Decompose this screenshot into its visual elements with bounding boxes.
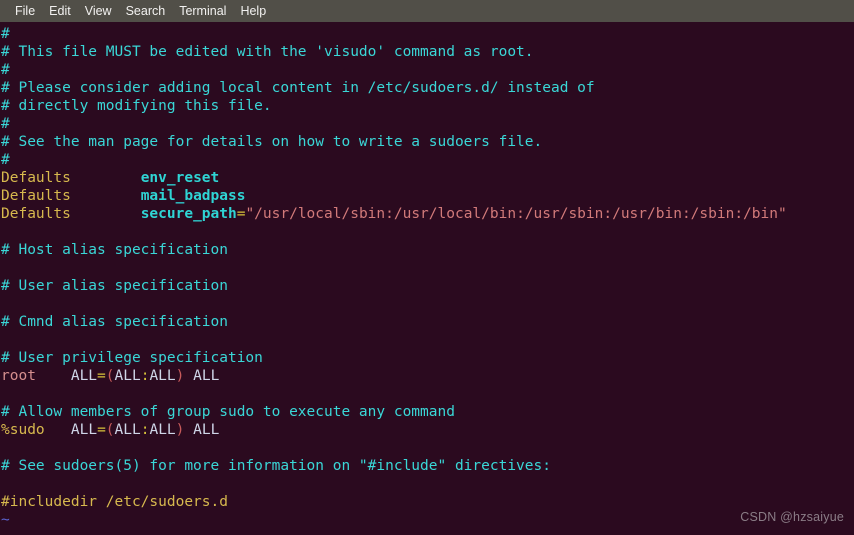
terminal-token: # directly modifying this file. — [1, 98, 272, 114]
terminal-token: ALL — [184, 422, 220, 438]
terminal-line: # This file MUST be edited with the 'vis… — [1, 43, 854, 61]
terminal-line: # — [1, 25, 854, 43]
terminal-token: # Allow members of group sudo to execute… — [1, 404, 455, 420]
terminal-line: # See the man page for details on how to… — [1, 133, 854, 151]
terminal-line: # — [1, 115, 854, 133]
terminal-line: # Allow members of group sudo to execute… — [1, 403, 854, 421]
terminal-line: # — [1, 61, 854, 79]
terminal-token: ~ — [1, 512, 10, 528]
terminal-line: Defaults mail_badpass — [1, 187, 854, 205]
terminal-token: #includedir /etc/sudoers.d — [1, 494, 228, 510]
terminal-line: # Please consider adding local content i… — [1, 79, 854, 97]
menu-item-help[interactable]: Help — [233, 0, 273, 22]
menu-item-terminal[interactable]: Terminal — [172, 0, 233, 22]
terminal-token: # User privilege specification — [1, 350, 263, 366]
terminal-token: Defaults — [1, 206, 71, 222]
terminal-token: "/usr/local/sbin:/usr/local/bin:/usr/sbi… — [245, 206, 787, 222]
terminal-text-area: # # This file MUST be edited with the 'vi… — [1, 25, 854, 529]
menu-item-search[interactable]: Search — [119, 0, 173, 22]
terminal-line: Defaults secure_path="/usr/local/sbin:/u… — [1, 205, 854, 223]
terminal-token: ( — [105, 368, 115, 384]
terminal-token: Defaults — [1, 188, 71, 204]
terminal-token: # See the man page for details on how to… — [1, 134, 543, 150]
terminal-line: # directly modifying this file. — [1, 97, 854, 115]
terminal-token: # See sudoers(5) for more information on… — [1, 458, 551, 474]
terminal-token: # — [1, 26, 10, 42]
terminal-token: # Please consider adding local content i… — [1, 80, 595, 96]
menu-item-view[interactable]: View — [78, 0, 119, 22]
terminal-token: root — [1, 368, 36, 384]
terminal-line: # User privilege specification — [1, 349, 854, 367]
terminal-line: root ALL=(ALL:ALL) ALL — [1, 367, 854, 385]
watermark-label: CSDN @hzsaiyue — [740, 510, 844, 524]
terminal-token: ALL — [114, 368, 141, 384]
terminal-token: ALL — [184, 368, 220, 384]
terminal-token: = — [97, 422, 106, 438]
terminal-line: ~ — [1, 511, 854, 529]
terminal-line: # Host alias specification — [1, 241, 854, 259]
terminal-token: %sudo — [1, 422, 45, 438]
terminal-token: ( — [105, 422, 115, 438]
terminal-token: mail_badpass — [140, 188, 246, 204]
terminal-token: # Host alias specification — [1, 242, 228, 258]
terminal-token: ALL — [114, 422, 141, 438]
terminal-screen[interactable]: # # This file MUST be edited with the 'vi… — [0, 22, 854, 535]
terminal-line: # Cmnd alias specification — [1, 313, 854, 331]
terminal-token: Defaults — [1, 170, 71, 186]
terminal-line: # — [1, 151, 854, 169]
terminal-token: env_reset — [140, 170, 220, 186]
terminal-token: # — [1, 116, 10, 132]
terminal-token: # This file MUST be edited with the 'vis… — [1, 44, 534, 60]
menu-bar: File Edit View Search Terminal Help — [0, 0, 854, 22]
terminal-token: ALL — [70, 422, 98, 438]
terminal-line: # See sudoers(5) for more information on… — [1, 457, 854, 475]
terminal-token: ALL — [149, 422, 176, 438]
terminal-token: ALL — [70, 368, 98, 384]
terminal-token: ALL — [149, 368, 176, 384]
terminal-token: = — [97, 368, 106, 384]
menu-item-file[interactable]: File — [8, 0, 42, 22]
terminal-line: Defaults env_reset — [1, 169, 854, 187]
terminal-token: # — [1, 152, 10, 168]
menu-item-edit[interactable]: Edit — [42, 0, 78, 22]
terminal-line: %sudo ALL=(ALL:ALL) ALL — [1, 421, 854, 439]
terminal-token: # — [1, 62, 10, 78]
terminal-token: # Cmnd alias specification — [1, 314, 228, 330]
terminal-token: # User alias specification — [1, 278, 228, 294]
terminal-line: #includedir /etc/sudoers.d — [1, 493, 854, 511]
terminal-token: secure_path — [140, 206, 237, 222]
terminal-line: # User alias specification — [1, 277, 854, 295]
